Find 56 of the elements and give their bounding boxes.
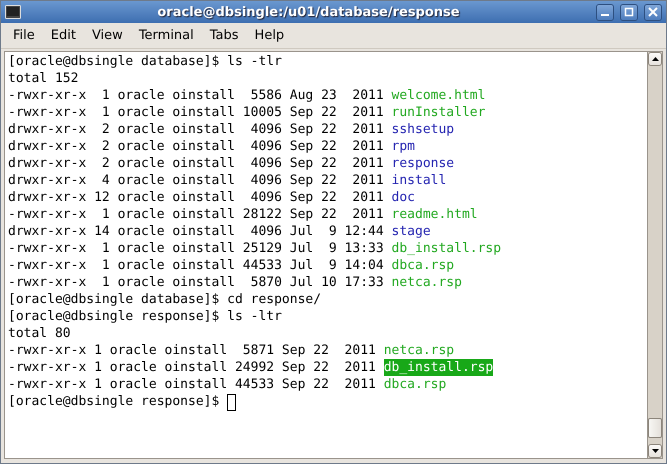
file-name: netca.rsp <box>384 342 454 359</box>
terminal-line: -rwxr-xr-x 1 oracle oinstall 5871 Sep 22 2011 <box>8 342 377 359</box>
file-name: dbca.rsp <box>392 257 454 274</box>
terminal-line: -rwxr-xr-x 1 oracle oinstall 5586 Aug 23 2011 <box>8 87 385 104</box>
file-name: db_install.rsp <box>392 240 502 257</box>
terminal-line: drwxr-xr-x 12 oracle oinstall 4096 Sep 22 2011 <box>8 189 385 206</box>
terminal-line: -rwxr-xr-x 1 oracle oinstall 28122 Sep 22 2011 <box>8 206 385 223</box>
menu-item[interactable]: File <box>5 28 43 43</box>
menu-item[interactable]: Terminal <box>130 28 202 43</box>
file-name: rpm <box>392 138 415 155</box>
scroll-up-button[interactable] <box>648 52 662 66</box>
terminal-line: [oracle@dbsingle response]$ ls -ltr <box>8 308 282 325</box>
maximize-icon <box>624 7 634 17</box>
down-arrow-icon <box>652 449 658 453</box>
terminal-line: drwxr-xr-x 14 oracle oinstall 4096 Jul 9 12:44 <box>8 223 385 240</box>
terminal-line: -rwxr-xr-x 1 oracle oinstall 24992 Sep 22 2011 <box>8 359 377 376</box>
terminal-line: -rwxr-xr-x 1 oracle oinstall 44533 Jul 9 14:04 <box>8 257 385 274</box>
file-name: welcome.html <box>392 87 486 104</box>
file-name: readme.html <box>392 206 478 223</box>
file-name: response <box>392 155 454 172</box>
maximize-button[interactable] <box>620 4 638 20</box>
file-name: doc <box>392 189 415 206</box>
menu-item[interactable]: Edit <box>42 28 84 43</box>
terminal-line: [oracle@dbsingle database]$ ls -tlr <box>8 53 282 70</box>
close-button[interactable] <box>644 4 662 20</box>
terminal-line: drwxr-xr-x 2 oracle oinstall 4096 Sep 22 2011 <box>8 121 385 138</box>
file-name: stage <box>392 223 431 240</box>
file-name: sshsetup <box>392 121 454 138</box>
scrollbar[interactable] <box>647 52 662 458</box>
terminal-line: drwxr-xr-x 4 oracle oinstall 4096 Sep 22 2011 <box>8 172 385 189</box>
terminal-line: [oracle@dbsingle database]$ cd response/ <box>8 291 322 308</box>
terminal-line: -rwxr-xr-x 1 oracle oinstall 44533 Sep 22 2011 <box>8 376 377 393</box>
terminal-line: -rwxr-xr-x 1 oracle oinstall 10005 Sep 22 2011 <box>8 104 385 121</box>
file-name: install <box>392 172 446 189</box>
file-name: dbca.rsp <box>384 376 446 393</box>
minimize-icon <box>601 14 609 16</box>
terminal-line: -rwxr-xr-x 1 oracle oinstall 25129 Jul 9 13:33 <box>8 240 385 257</box>
terminal-line: total 152 <box>8 70 78 87</box>
file-name: runInstaller <box>392 104 486 121</box>
window-title: oracle@dbsingle:/u01/database/response <box>156 4 461 20</box>
up-arrow-icon <box>652 57 658 61</box>
menu-item[interactable]: View <box>84 28 131 43</box>
terminal-line: [oracle@dbsingle response]$ <box>8 393 220 410</box>
terminal-line: drwxr-xr-x 2 oracle oinstall 4096 Sep 22 2011 <box>8 155 385 172</box>
terminal-line: -rwxr-xr-x 1 oracle oinstall 5870 Jul 10 17:33 <box>8 274 385 291</box>
menu-item[interactable]: Tabs <box>202 28 247 43</box>
scroll-thumb[interactable] <box>648 418 662 438</box>
file-name: db_install.rsp <box>384 359 494 376</box>
file-name: netca.rsp <box>392 274 462 291</box>
terminal-line: drwxr-xr-x 2 oracle oinstall 4096 Sep 22 2011 <box>8 138 385 155</box>
terminal-line: total 80 <box>8 325 71 342</box>
scroll-down-button[interactable] <box>648 444 662 458</box>
terminal-icon <box>5 5 21 19</box>
minimize-button[interactable] <box>596 4 614 20</box>
menu-item[interactable]: Help <box>246 28 292 43</box>
close-icon <box>648 7 658 17</box>
